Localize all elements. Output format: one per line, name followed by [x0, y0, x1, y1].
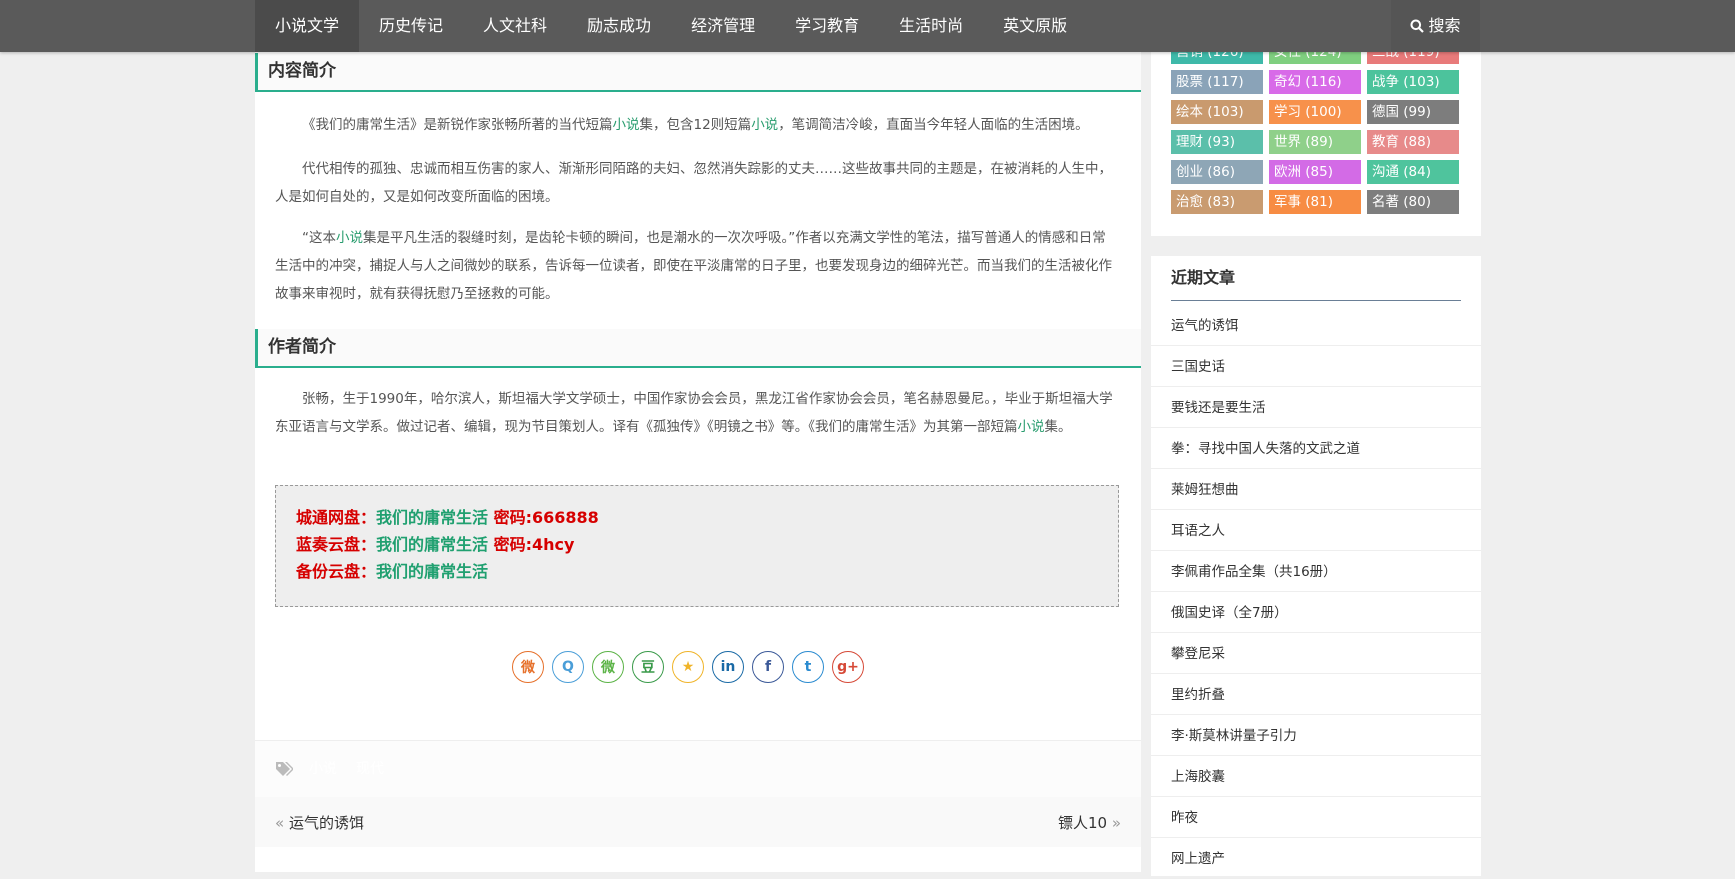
author-intro-header: 作者简介 — [255, 329, 1141, 368]
author-intro-paragraph: 张畅，生于1990年，哈尔滨人，斯坦福大学文学硕士，中国作家协会会员，黑龙江省作… — [275, 385, 1117, 441]
text: 集，包含12则短篇 — [639, 117, 752, 133]
linkedin-icon[interactable]: in — [712, 651, 744, 683]
nav-item-lifestyle[interactable]: 生活时尚 — [879, 0, 983, 52]
facebook-icon[interactable]: f — [752, 651, 784, 683]
douban-icon[interactable]: 豆 — [632, 651, 664, 683]
qzone-icon[interactable]: ★ — [672, 651, 704, 683]
recent-post-link[interactable]: 李佩甫作品全集（共16册） — [1151, 552, 1481, 592]
chevron-left-icon: « — [275, 814, 289, 832]
sidebar-tag[interactable]: 名著 (80) — [1367, 190, 1459, 214]
post-navigation: « 运气的诱饵 镖人10 » — [255, 797, 1141, 847]
recent-post-link[interactable]: 要钱还是要生活 — [1151, 388, 1481, 428]
nav-item-humanities[interactable]: 人文社科 — [463, 0, 567, 52]
googleplus-icon[interactable]: g+ — [832, 651, 864, 683]
recent-post-link[interactable]: 里约折叠 — [1151, 675, 1481, 715]
text: 集。 — [1044, 419, 1072, 435]
recent-post-link[interactable]: 网上遗产 — [1151, 839, 1481, 879]
download-row-lanzou: 蓝奏云盘：我们的庸常生活 密码:4hcy — [296, 531, 1098, 558]
nav-item-history[interactable]: 历史传记 — [359, 0, 463, 52]
twitter-icon[interactable]: t — [792, 651, 824, 683]
recent-posts-title: 近期文章 — [1171, 256, 1461, 301]
nav-item-fiction[interactable]: 小说文学 — [255, 0, 360, 52]
content-intro-paragraph-1: 《我们的庸常生活》是新锐作家张畅所著的当代短篇小说集，包含12则短篇小说，笔调简… — [275, 111, 1117, 139]
sidebar-tag[interactable]: 欧洲 (85) — [1269, 160, 1361, 184]
sidebar-tag[interactable]: 战争 (103) — [1367, 70, 1459, 94]
share-bar: 微 Q 微豆 ★ in f t g+ — [512, 651, 872, 687]
post-tags-row: 小说 现代 — [255, 740, 1141, 798]
section-accent-bar — [255, 53, 258, 92]
nav-item-inspiration[interactable]: 励志成功 — [567, 0, 671, 52]
qq-icon[interactable]: Q — [552, 651, 584, 683]
search-button[interactable]: 搜索 — [1391, 0, 1480, 52]
post-tag-modern[interactable]: 现代 — [350, 757, 390, 781]
sidebar-tag[interactable]: 治愈 (83) — [1171, 190, 1263, 214]
recent-post-link[interactable]: 上海胶囊 — [1151, 757, 1481, 797]
download-row-chengtong: 城通网盘：我们的庸常生活 密码:666888 — [296, 504, 1098, 531]
recent-post-link[interactable]: 俄国史译（全7册） — [1151, 593, 1481, 633]
download-link-chengtong[interactable]: 我们的庸常生活 — [376, 508, 488, 527]
download-label: 蓝奏云盘： — [296, 535, 377, 554]
nav-item-economics[interactable]: 经济管理 — [671, 0, 775, 52]
next-post-title: 镖人10 — [1057, 814, 1108, 832]
sidebar-tag[interactable]: 创业 (86) — [1171, 160, 1263, 184]
search-label: 搜索 — [1428, 16, 1461, 35]
prev-post-link[interactable]: « 运气的诱饵 — [275, 812, 364, 833]
next-post-link[interactable]: 镖人10 » — [1058, 812, 1121, 833]
sidebar-tag[interactable]: 学习 (100) — [1269, 100, 1361, 124]
chevron-right-icon: » — [1107, 814, 1121, 832]
wechat-icon[interactable]: 微 — [592, 651, 624, 683]
search-icon — [1410, 19, 1425, 33]
section-accent-bar — [255, 329, 258, 368]
keyword-link-fiction[interactable]: 小说 — [751, 117, 778, 133]
author-intro-title: 作者简介 — [268, 337, 336, 357]
sidebar-tag[interactable]: 股票 (117) — [1171, 70, 1263, 94]
download-label: 备份云盘： — [296, 562, 377, 581]
download-link-lanzou[interactable]: 我们的庸常生活 — [376, 535, 488, 554]
keyword-link-fiction[interactable]: 小说 — [613, 117, 640, 133]
sidebar-recent-posts: 近期文章 运气的诱饵 三国史话 要钱还是要生活 拳：寻找中国人失落的文武之道 莱姆狂想曲… — [1151, 256, 1481, 879]
nav-item-english[interactable]: 英文原版 — [983, 0, 1087, 52]
text: “这本 — [302, 230, 336, 246]
recent-post-link[interactable]: 李·斯莫林讲量子引力 — [1151, 716, 1481, 756]
content-intro-paragraph-3: “这本小说集是平凡生活的裂缝时刻，是齿轮卡顿的瞬间，也是潮水的一次次呼吸。”作者… — [275, 224, 1117, 308]
content-intro-header: 内容简介 — [255, 53, 1141, 92]
text: 张畅，生于1990年，哈尔滨人，斯坦福大学文学硕士，中国作家协会会员，黑龙江省作… — [275, 391, 1113, 435]
sidebar-tag[interactable]: 理财 (93) — [1171, 130, 1263, 154]
sidebar-tag[interactable]: 绘本 (103) — [1171, 100, 1263, 124]
download-row-backup: 备份云盘：我们的庸常生活 — [296, 558, 1098, 585]
content-intro-title: 内容简介 — [268, 61, 336, 81]
main-nav: 小说文学 历史传记 人文社科 励志成功 经济管理 学习教育 生活时尚 英文原版 — [255, 0, 1087, 52]
download-link-backup[interactable]: 我们的庸常生活 — [376, 562, 488, 581]
weibo-icon[interactable]: 微 — [512, 651, 544, 683]
recent-post-link[interactable]: 耳语之人 — [1151, 511, 1481, 551]
keyword-link-fiction[interactable]: 小说 — [1018, 419, 1045, 435]
text: ，笔调简洁冷峻，直面当今年轻人面临的生活困境。 — [778, 117, 1089, 133]
download-label: 城通网盘： — [296, 508, 377, 527]
post-tag-fiction[interactable]: 小说 — [303, 757, 343, 781]
tags-icon — [276, 762, 293, 776]
recent-post-link[interactable]: 运气的诱饵 — [1151, 306, 1481, 346]
article-main: 内容简介 《我们的庸常生活》是新锐作家张畅所著的当代短篇小说集，包含12则短篇小… — [255, 0, 1141, 872]
recent-post-link[interactable]: 昨夜 — [1151, 798, 1481, 838]
download-box: 城通网盘：我们的庸常生活 密码:666888 蓝奏云盘：我们的庸常生活 密码:4… — [275, 485, 1119, 607]
sidebar-tag[interactable]: 军事 (81) — [1269, 190, 1361, 214]
content-intro-paragraph-2: 代代相传的孤独、忠诚而相互伤害的家人、渐渐形同陌路的夫妇、忽然消失踪影的丈夫……… — [275, 161, 1112, 205]
sidebar-tag[interactable]: 世界 (89) — [1269, 130, 1361, 154]
text: 集是平凡生活的裂缝时刻，是齿轮卡顿的瞬间，也是潮水的一次次呼吸。”作者以充满文学… — [275, 230, 1112, 302]
sidebar-tag[interactable]: 沟通 (84) — [1367, 160, 1459, 184]
sidebar-tag[interactable]: 德国 (99) — [1367, 100, 1459, 124]
nav-item-education[interactable]: 学习教育 — [775, 0, 879, 52]
recent-post-link[interactable]: 莱姆狂想曲 — [1151, 470, 1481, 510]
sidebar-tag[interactable]: 奇幻 (116) — [1269, 70, 1361, 94]
download-code: 密码:4hcy — [488, 535, 575, 554]
recent-post-link[interactable]: 拳：寻找中国人失落的文武之道 — [1151, 429, 1481, 469]
recent-post-link[interactable]: 攀登尼采 — [1151, 634, 1481, 674]
text: 《我们的庸常生活》是新锐作家张畅所著的当代短篇 — [302, 117, 613, 133]
download-code: 密码:666888 — [488, 508, 599, 527]
prev-post-title: 运气的诱饵 — [288, 814, 364, 832]
top-navbar: 小说文学 历史传记 人文社科 励志成功 经济管理 学习教育 生活时尚 英文原版 … — [0, 0, 1735, 52]
keyword-link-fiction[interactable]: 小说 — [336, 230, 363, 246]
recent-post-link[interactable]: 三国史话 — [1151, 347, 1481, 387]
sidebar-tag[interactable]: 教育 (88) — [1367, 130, 1459, 154]
